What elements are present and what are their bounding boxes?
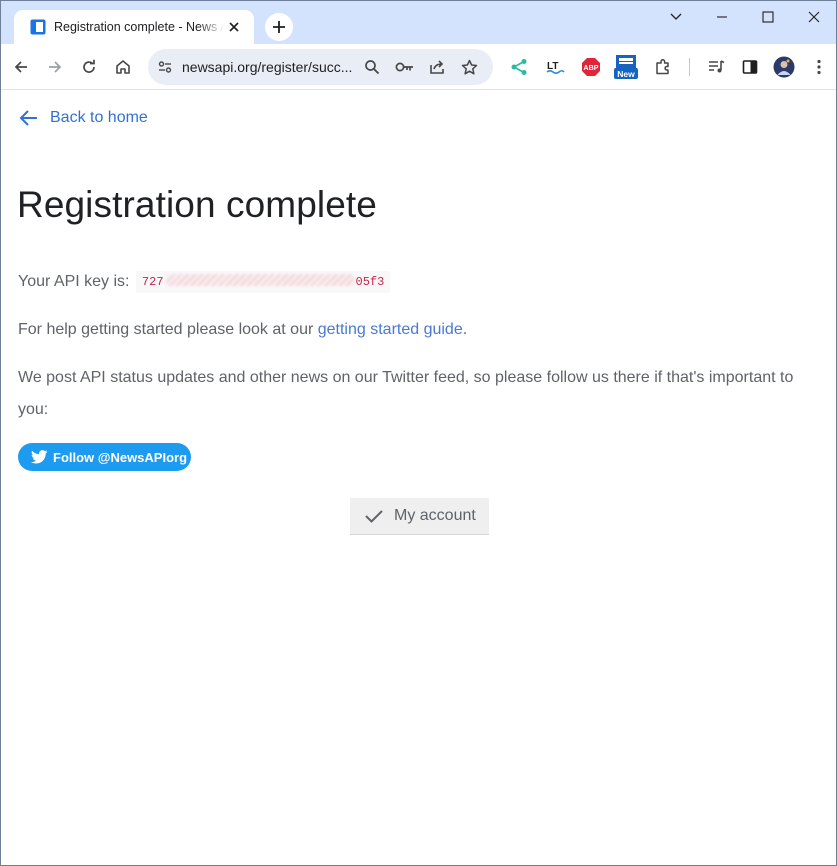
help-end: . bbox=[462, 321, 468, 338]
forward-button[interactable] bbox=[40, 52, 70, 82]
adblock-plus-icon[interactable]: ABP bbox=[578, 54, 604, 80]
maximize-icon bbox=[762, 11, 774, 23]
help-text: For help getting started please look at … bbox=[18, 321, 318, 338]
tab-strip: Registration complete - News API bbox=[1, 1, 836, 44]
svg-text:New: New bbox=[617, 69, 635, 79]
new-tab-button[interactable] bbox=[265, 13, 293, 41]
menu-icon[interactable] bbox=[806, 54, 832, 80]
plus-icon bbox=[273, 21, 285, 33]
site-settings-icon[interactable] bbox=[153, 55, 177, 79]
languagetool-icon[interactable]: LT bbox=[542, 54, 568, 80]
twitter-bird-icon bbox=[31, 450, 48, 464]
my-account-label: My account bbox=[394, 507, 476, 524]
profile-avatar[interactable] bbox=[771, 54, 797, 80]
forward-icon bbox=[49, 61, 62, 73]
share-icon[interactable] bbox=[425, 55, 449, 79]
close-icon bbox=[808, 11, 820, 23]
twitter-paragraph: We post API status updates and other new… bbox=[18, 369, 794, 418]
follow-twitter-label: Follow @NewsAPIorg bbox=[53, 449, 188, 465]
newsapi-favicon-icon bbox=[30, 19, 46, 35]
password-key-icon[interactable] bbox=[393, 55, 417, 79]
bookmark-star-icon[interactable] bbox=[457, 55, 481, 79]
zoom-icon[interactable] bbox=[360, 55, 384, 79]
tab-registration[interactable]: Registration complete - News API bbox=[14, 10, 254, 44]
follow-twitter-button[interactable]: Follow @NewsAPIorg bbox=[18, 443, 191, 471]
url-text: newsapi.org/register/succ... bbox=[182, 59, 353, 75]
api-key-start: 727 bbox=[141, 275, 164, 289]
my-account-button[interactable]: My account bbox=[350, 498, 489, 535]
api-key-paragraph: Your API key is: 727 05f3 bbox=[18, 266, 391, 298]
browser-window: Registration complete - News API newsapi… bbox=[0, 0, 837, 866]
extensions-puzzle-icon[interactable] bbox=[650, 54, 676, 80]
api-key-value[interactable]: 727 05f3 bbox=[135, 271, 391, 293]
tab-title: Registration complete - News API bbox=[54, 20, 224, 34]
close-window-button[interactable] bbox=[791, 1, 836, 33]
media-controls-icon[interactable] bbox=[703, 54, 729, 80]
home-icon bbox=[116, 60, 130, 74]
new-extension-icon[interactable]: New bbox=[613, 54, 639, 80]
check-icon bbox=[364, 508, 384, 524]
tab-search-button[interactable] bbox=[653, 1, 699, 33]
maximize-button[interactable] bbox=[745, 1, 791, 33]
page-content: Back to home Registration complete Your … bbox=[1, 91, 836, 865]
browser-toolbar: newsapi.org/register/succ... LT ABP New bbox=[1, 44, 836, 90]
reload-button[interactable] bbox=[74, 52, 104, 82]
arrow-left-icon bbox=[19, 110, 37, 126]
share-extension-icon[interactable] bbox=[506, 54, 532, 80]
chevron-down-icon bbox=[670, 13, 682, 20]
side-panel-icon[interactable] bbox=[737, 54, 763, 80]
address-bar[interactable]: newsapi.org/register/succ... bbox=[148, 49, 493, 85]
page-title: Registration complete bbox=[17, 184, 377, 225]
back-to-home-link[interactable]: Back to home bbox=[18, 107, 148, 129]
toolbar-separator bbox=[689, 58, 690, 76]
svg-text:ABP: ABP bbox=[583, 63, 598, 72]
api-key-redacted bbox=[165, 274, 354, 286]
api-key-end: 05f3 bbox=[355, 275, 385, 289]
back-icon bbox=[14, 61, 27, 73]
back-button[interactable] bbox=[6, 52, 36, 82]
back-to-home-label: Back to home bbox=[50, 109, 148, 126]
minimize-icon bbox=[717, 16, 727, 18]
help-paragraph: For help getting started please look at … bbox=[18, 314, 467, 346]
reload-icon bbox=[83, 59, 95, 73]
getting-started-guide-link[interactable]: getting started guide bbox=[318, 321, 463, 338]
api-key-label: Your API key is: bbox=[18, 273, 130, 290]
tab-close-icon[interactable] bbox=[224, 17, 244, 37]
home-button[interactable] bbox=[108, 52, 138, 82]
minimize-button[interactable] bbox=[699, 1, 745, 33]
